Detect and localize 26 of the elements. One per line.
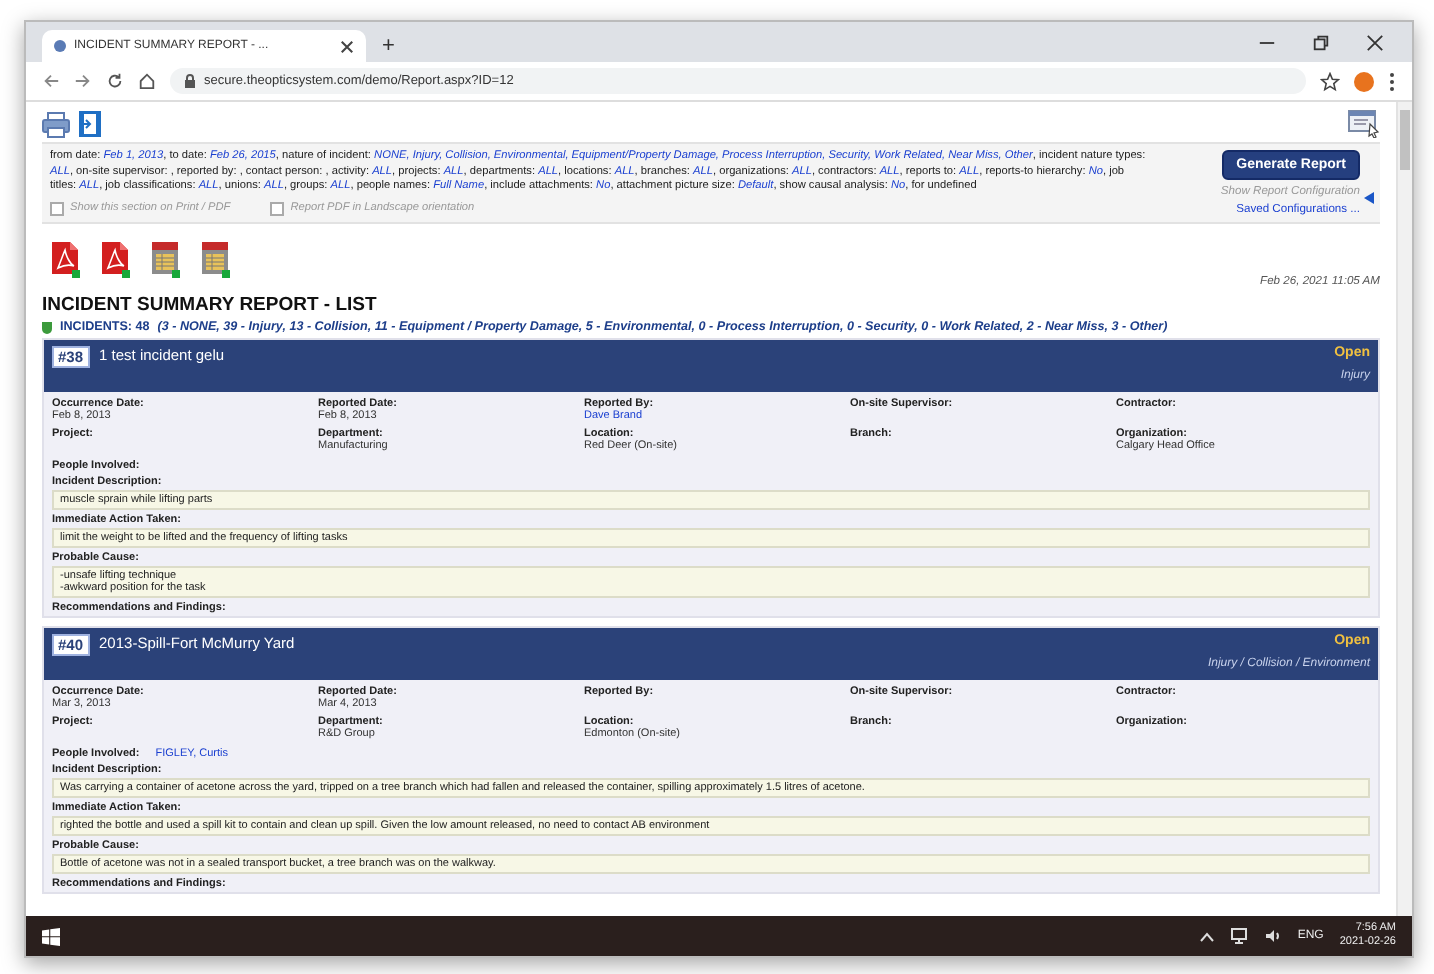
report-title: INCIDENT SUMMARY REPORT - LIST [42,294,379,316]
speaker-icon[interactable] [1263,928,1282,944]
collapse-arrow-icon[interactable] [1364,192,1374,204]
windows-logo-icon[interactable] [42,927,60,945]
printer-icon[interactable] [42,111,70,137]
exit-icon[interactable] [78,110,102,138]
reload-icon[interactable] [106,72,124,90]
menu-icon[interactable] [1388,71,1396,91]
back-icon[interactable] [42,72,60,90]
home-icon[interactable] [138,72,156,90]
star-icon[interactable] [1320,71,1340,91]
forward-icon[interactable] [74,72,92,90]
close-tab-icon[interactable] [340,39,354,53]
report-settings-icon[interactable] [1348,110,1380,138]
pdf-download-icon[interactable] [100,240,132,280]
shield-icon [42,321,52,333]
scrollbar[interactable] [1396,102,1412,916]
new-tab-button[interactable]: + [378,30,399,62]
chevron-up-icon[interactable] [1199,931,1214,941]
spreadsheet-download-icon[interactable] [150,240,182,280]
profile-avatar[interactable] [1354,71,1374,91]
pdf-download-icon[interactable] [50,240,82,280]
restore-icon[interactable] [1312,34,1330,52]
spreadsheet-download-icon[interactable] [200,240,232,280]
close-icon[interactable] [1366,34,1384,52]
network-icon[interactable] [1229,928,1248,944]
